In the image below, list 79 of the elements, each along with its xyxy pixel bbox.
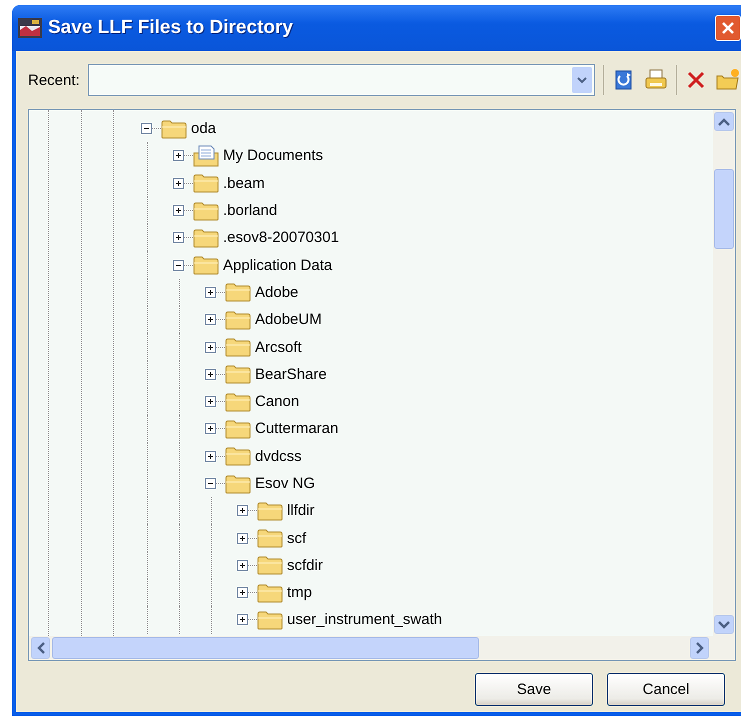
- folder-name[interactable]: Application Data: [223, 256, 332, 274]
- folder-name[interactable]: dvdcss: [255, 448, 302, 465]
- scroll-right-button[interactable]: [690, 637, 709, 659]
- recent-label: Recent:: [28, 72, 80, 88]
- vertical-scrollbar[interactable]: [713, 110, 735, 636]
- folder-icon: [225, 418, 251, 439]
- folder-name[interactable]: tmp: [287, 584, 312, 602]
- folder-name[interactable]: BearShare: [255, 366, 327, 383]
- cancel-button[interactable]: Cancel: [607, 673, 725, 706]
- folder-name[interactable]: Canon: [255, 393, 300, 410]
- expand-toggle[interactable]: [205, 450, 216, 462]
- folder-name[interactable]: scfdir: [287, 556, 323, 574]
- folder-icon: [257, 582, 283, 603]
- expand-toggle[interactable]: [237, 614, 248, 626]
- expand-toggle[interactable]: [173, 150, 184, 162]
- save-button[interactable]: Save: [475, 673, 593, 706]
- folder-icon: [161, 118, 187, 139]
- expand-toggle[interactable]: [237, 532, 248, 544]
- folder-icon: [193, 255, 219, 276]
- folder-name[interactable]: .esov8-20070301: [223, 229, 339, 246]
- folder-icon: [225, 310, 251, 330]
- folder-name[interactable]: scf: [287, 530, 306, 547]
- folder-name[interactable]: user_instrument_swath: [287, 611, 442, 628]
- folder-name[interactable]: .borland: [223, 202, 278, 220]
- folder-name[interactable]: Arcsoft: [255, 338, 302, 356]
- expand-toggle[interactable]: [205, 286, 216, 298]
- expand-toggle[interactable]: [141, 123, 152, 134]
- new-folder-icon[interactable]: [715, 68, 741, 92]
- folder-name[interactable]: AdobeUM: [255, 311, 322, 328]
- folder-icon: [225, 364, 251, 384]
- window-title: Save LLF Files to Directory: [48, 17, 293, 39]
- folder-icon: [225, 474, 251, 494]
- folder-icon: [257, 610, 283, 630]
- close-icon[interactable]: [720, 20, 736, 36]
- folder-name[interactable]: oda: [191, 120, 216, 138]
- chevron-down-icon[interactable]: [718, 620, 730, 628]
- folder-icon: [225, 446, 251, 466]
- scroll-left-button[interactable]: [31, 637, 50, 659]
- expand-toggle[interactable]: [205, 396, 216, 408]
- scroll-down-button[interactable]: [714, 615, 734, 634]
- expand-toggle[interactable]: [205, 368, 216, 380]
- chevron-right-icon[interactable]: [696, 642, 704, 654]
- folder-name[interactable]: .beam: [223, 174, 265, 192]
- folder-name[interactable]: llfdir: [287, 502, 315, 520]
- expand-toggle[interactable]: [173, 232, 184, 244]
- folder-icon: [193, 200, 219, 221]
- folder-name[interactable]: Cuttermaran: [255, 420, 338, 438]
- expand-toggle[interactable]: [237, 560, 248, 571]
- expand-toggle[interactable]: [173, 205, 184, 216]
- folder-icon: [257, 500, 283, 521]
- expand-toggle[interactable]: [237, 587, 248, 598]
- folder-icon: [257, 528, 283, 548]
- folder-name[interactable]: Adobe: [255, 284, 298, 301]
- chevron-up-icon[interactable]: [718, 118, 730, 126]
- expand-toggle[interactable]: [205, 342, 216, 353]
- delete-icon[interactable]: [685, 69, 707, 91]
- folder-icon: [193, 228, 219, 248]
- app-icon: [18, 18, 42, 38]
- horizontal-scrollbar[interactable]: [29, 636, 735, 660]
- expand-toggle[interactable]: [237, 505, 248, 516]
- folder-icon: [225, 337, 251, 358]
- expand-toggle[interactable]: [173, 260, 184, 271]
- folder-icon: [257, 555, 283, 576]
- recent-combo-box[interactable]: [88, 64, 595, 96]
- scrollbar-thumb[interactable]: [52, 637, 479, 659]
- chevron-left-icon[interactable]: [36, 642, 44, 654]
- expand-toggle[interactable]: [173, 178, 184, 189]
- scroll-up-button[interactable]: [714, 112, 734, 131]
- folder-name[interactable]: Esov NG: [255, 475, 316, 492]
- scrollbar-thumb[interactable]: [714, 169, 734, 249]
- documents-folder-icon: [193, 144, 219, 167]
- close-button[interactable]: [715, 15, 741, 41]
- expand-toggle[interactable]: [205, 478, 216, 489]
- expand-toggle[interactable]: [205, 314, 216, 326]
- folder-icon: [193, 173, 219, 194]
- expand-toggle[interactable]: [205, 423, 216, 434]
- folder-name[interactable]: My Documents: [223, 147, 324, 164]
- folder-icon: [225, 282, 251, 302]
- folder-icon: [225, 392, 251, 412]
